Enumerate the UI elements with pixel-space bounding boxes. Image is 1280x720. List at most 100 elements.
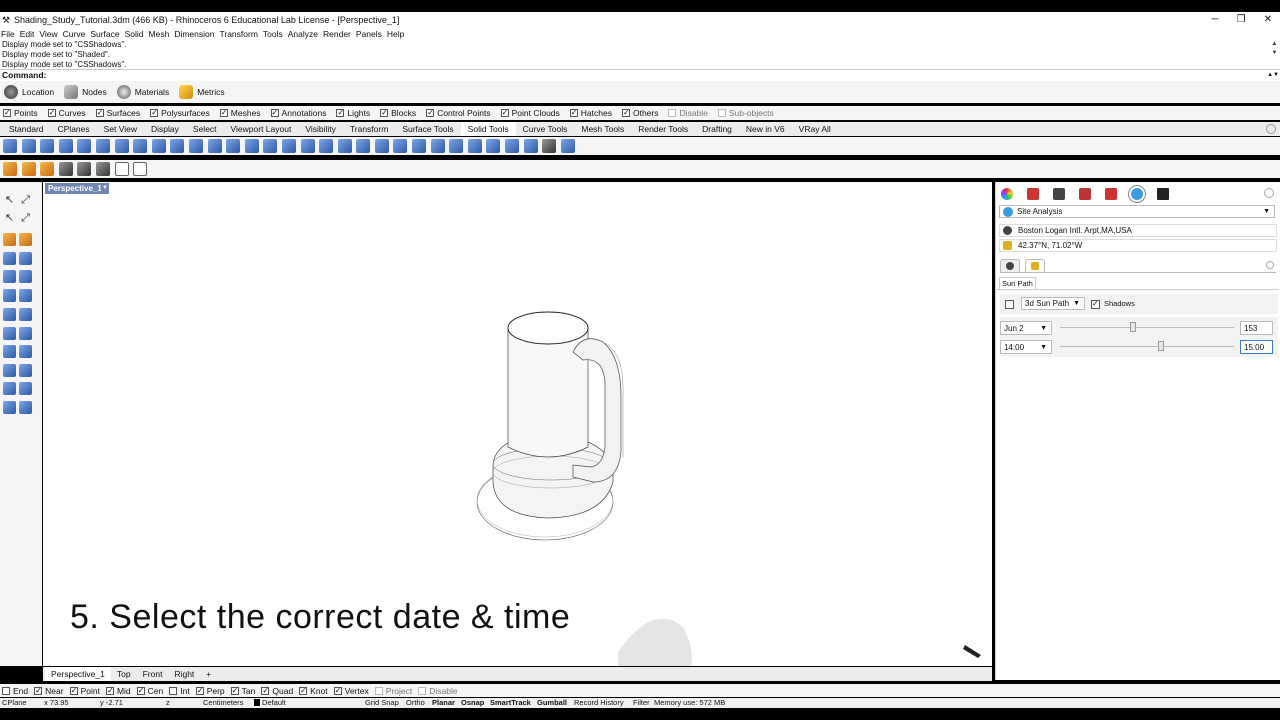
coordinates-field[interactable]: 42.37°N, 71.02°W (999, 239, 1277, 252)
tab-vray-all[interactable]: VRay All (792, 122, 838, 136)
view-tab-perspective_1[interactable]: Perspective_1 (45, 667, 111, 681)
checkbox[interactable] (136, 686, 145, 695)
render-tool-icon[interactable] (58, 162, 73, 176)
grid-snap-toggle[interactable]: Grid Snap (365, 698, 399, 708)
checkbox[interactable] (569, 109, 578, 117)
osnap-quad[interactable]: Quad (261, 686, 293, 696)
select-arrow-icon[interactable]: ↖ (3, 212, 16, 225)
history-scrollbar[interactable]: ▲ ▼ (1270, 40, 1279, 69)
properties-icon[interactable] (1001, 188, 1013, 200)
osnap-near[interactable]: Near (34, 686, 64, 696)
checkbox[interactable] (336, 109, 345, 117)
day-of-year-field[interactable]: 153 (1240, 321, 1273, 335)
date-slider-track[interactable] (1060, 327, 1234, 328)
menu-item-tools[interactable]: Tools (263, 29, 283, 39)
render-tool-icon[interactable] (114, 162, 129, 176)
solid-primitive-icon[interactable] (19, 252, 32, 265)
materials-button[interactable]: Materials (116, 85, 169, 99)
solid-tool-icon[interactable] (319, 139, 334, 153)
checkbox[interactable] (69, 686, 78, 695)
solid-primitive-icon[interactable] (3, 270, 16, 283)
solid-primitive-icon[interactable] (3, 289, 16, 302)
menu-item-view[interactable]: View (39, 29, 57, 39)
solid-tool-icon[interactable] (244, 139, 259, 153)
menu-item-dimension[interactable]: Dimension (174, 29, 214, 39)
tab-curve-tools[interactable]: Curve Tools (516, 122, 575, 136)
solid-tool-icon[interactable] (560, 139, 575, 153)
checkbox[interactable] (34, 686, 43, 695)
osnap-vertex[interactable]: Vertex (333, 686, 369, 696)
tab-render-tools[interactable]: Render Tools (631, 122, 695, 136)
solid-tool-icon[interactable] (281, 139, 296, 153)
layers-icon[interactable] (1027, 188, 1039, 200)
tab-mesh-tools[interactable]: Mesh Tools (574, 122, 631, 136)
render-tool-icon[interactable] (40, 162, 55, 176)
site-analysis-icon[interactable] (1128, 185, 1146, 203)
restore-button[interactable]: ❐ (1237, 12, 1246, 27)
viewport-title-tab[interactable]: Perspective_1 (45, 183, 105, 194)
minimize-button[interactable]: ─ (1212, 12, 1219, 27)
location-button[interactable]: Location (4, 85, 54, 99)
checkbox[interactable] (418, 686, 427, 695)
time-dropdown[interactable]: 14:00 ▼ (1000, 340, 1052, 354)
solid-tool-icon[interactable] (505, 139, 520, 153)
render-tool-icon[interactable] (77, 162, 92, 176)
record-history-toggle[interactable]: Record History (574, 698, 624, 708)
sub-tab-sun[interactable] (1024, 259, 1045, 272)
solid-primitive-icon[interactable] (3, 345, 16, 358)
checkbox[interactable] (426, 109, 435, 117)
sub-tab-globe[interactable] (1000, 259, 1020, 272)
hour-field[interactable]: 15:00 (1240, 340, 1273, 354)
filter-lights[interactable]: Lights (336, 108, 370, 118)
filter-sub-objects[interactable]: Sub-objects (717, 108, 774, 118)
checkbox[interactable] (230, 686, 239, 695)
solid-tool-icon[interactable] (449, 139, 464, 153)
solid-primitive-icon[interactable] (19, 382, 32, 395)
nodes-button[interactable]: Nodes (64, 85, 107, 99)
filter-meshes[interactable]: Meshes (219, 108, 261, 118)
solid-tool-icon[interactable] (430, 139, 445, 153)
ortho-toggle[interactable]: Ortho (406, 698, 425, 708)
panel-selector-dropdown[interactable]: Site Analysis ▼ (999, 205, 1275, 218)
filter-others[interactable]: Others (621, 108, 658, 118)
date-slider-thumb[interactable] (1130, 322, 1137, 332)
solid-tool-icon[interactable] (151, 139, 166, 153)
solid-primitive-icon[interactable] (3, 382, 16, 395)
osnap-disable[interactable]: Disable (418, 686, 458, 696)
tab-viewport-layout[interactable]: Viewport Layout (224, 122, 299, 136)
menu-item-solid[interactable]: Solid (125, 29, 144, 39)
osnap-end[interactable]: End (2, 686, 28, 696)
checkbox[interactable] (261, 686, 270, 695)
solid-primitive-icon[interactable] (3, 401, 16, 414)
solid-primitive-icon[interactable] (3, 364, 16, 377)
checkbox[interactable] (621, 109, 630, 117)
filter-curves[interactable]: Curves (47, 108, 86, 118)
solid-tool-icon[interactable] (40, 139, 55, 153)
checkbox[interactable] (47, 109, 56, 117)
solid-tool-icon[interactable] (337, 139, 352, 153)
shadows-checkbox[interactable] (1091, 300, 1100, 309)
tab-surface-tools[interactable]: Surface Tools (395, 122, 460, 136)
tab-select[interactable]: Select (186, 122, 224, 136)
filter-blocks[interactable]: Blocks (380, 108, 416, 118)
planar-toggle[interactable]: Planar (432, 698, 455, 708)
menu-item-edit[interactable]: Edit (20, 29, 35, 39)
solid-tool-icon[interactable] (114, 139, 129, 153)
tab-set-view[interactable]: Set View (97, 122, 144, 136)
filter-point-clouds[interactable]: Point Clouds (500, 108, 560, 118)
select-arrow-icon[interactable]: ⤢ (19, 212, 32, 225)
view-tab-front[interactable]: Front (137, 667, 169, 681)
checkbox[interactable] (219, 109, 228, 117)
osnap-perp[interactable]: Perp (195, 686, 225, 696)
osnap-cen[interactable]: Cen (136, 686, 163, 696)
command-line[interactable]: Command: ▲▼ (0, 69, 1280, 81)
solid-tool-icon[interactable] (207, 139, 222, 153)
checkbox[interactable] (169, 686, 178, 695)
solid-primitive-icon[interactable] (3, 252, 16, 265)
osnap-mid[interactable]: Mid (105, 686, 131, 696)
solid-tool-icon[interactable] (58, 139, 73, 153)
sun-path-checkbox[interactable] (1005, 300, 1014, 309)
osnap-project[interactable]: Project (374, 686, 412, 696)
view-tab-right[interactable]: Right (168, 667, 200, 681)
render-tool-icon[interactable] (133, 162, 148, 176)
